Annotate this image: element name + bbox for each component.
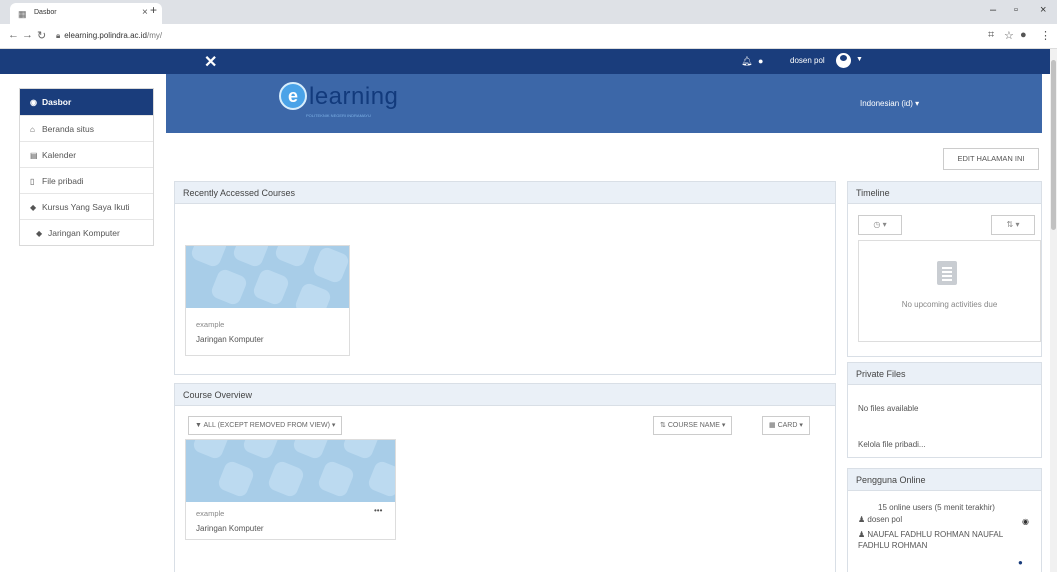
logo-subtitle: POLITEKNIK NEGERI INDRAMAYU — [306, 113, 371, 118]
timeline-sort-button[interactable]: ⇅ ▾ — [991, 215, 1035, 235]
elearning-logo-icon[interactable]: e — [279, 82, 307, 110]
online-summary: 15 online users (5 menit terakhir) — [878, 503, 995, 512]
sort-icon: ⇅ — [1006, 220, 1014, 229]
scrollbar-thumb[interactable] — [1051, 60, 1056, 230]
edit-page-button[interactable]: EDIT HALAMAN INI — [943, 148, 1039, 170]
block-title: Private Files — [848, 363, 1041, 385]
timeline-empty-state: No upcoming activities due — [858, 240, 1041, 342]
course-image — [186, 440, 395, 502]
user-icon: ♟ — [858, 530, 868, 539]
sort-label: COURSE NAME — [667, 422, 720, 429]
sidebar: ◉ Dasbor ⌂ Beranda situs ▤ Kalender ▯ File p… — [19, 88, 154, 246]
sidebar-item-label: Kursus Yang Saya Ikuti — [42, 202, 130, 212]
forward-icon[interactable]: → — [22, 29, 33, 41]
course-image — [186, 246, 349, 308]
online-users-block: Pengguna Online 15 online users (5 menit… — [847, 468, 1042, 572]
browser-tab-bar: ▦ Dasbor × + – ▫ × — [0, 0, 1057, 24]
dashboard-icon: ◉ — [30, 98, 37, 107]
reload-icon[interactable]: ↻ — [37, 29, 46, 42]
graduation-cap-icon: ◆ — [36, 229, 43, 238]
language-label: Indonesian (id) — [860, 99, 913, 108]
course-menu-icon[interactable]: ••• — [374, 506, 382, 515]
browser-tab[interactable]: ▦ Dasbor × — [10, 3, 162, 24]
block-title: Course Overview — [175, 384, 835, 406]
graduation-cap-icon: ◆ — [30, 203, 37, 212]
url-field[interactable]: 🔒︎ elearning.polindra.ac.id/my/ — [56, 31, 162, 41]
user-icon: ♟ — [858, 515, 868, 524]
online-user[interactable]: ♟ NAUFAL FADHLU ROHMAN NAUFAL FADHLU ROH… — [858, 529, 1033, 551]
empty-text: No upcoming activities due — [901, 300, 998, 309]
bookmark-star-icon[interactable]: ☆ — [1004, 29, 1014, 42]
top-navbar: ✕ 🔔︎ ● dosen pol ▼ — [0, 49, 1057, 74]
manage-files-link[interactable]: Kelola file pribadi... — [858, 440, 926, 449]
file-icon: ▯ — [30, 177, 35, 186]
browser-menu-icon[interactable]: ⋮ — [1040, 29, 1051, 42]
course-overview-block: Course Overview ▼ ALL (EXCEPT REMOVED FR… — [174, 383, 836, 572]
favicon-icon: ▦ — [18, 9, 27, 19]
sidebar-item-dasbor[interactable]: ◉ Dasbor — [20, 89, 153, 115]
sidebar-item-label: File pribadi — [42, 176, 84, 186]
address-bar: ← → ↻ 🔒︎ elearning.polindra.ac.id/my/ ⌗ ☆… — [0, 24, 1057, 49]
view-dropdown[interactable]: ▦ CARD ▾ — [762, 416, 810, 435]
bell-icon[interactable]: 🔔︎ — [741, 56, 752, 67]
lock-icon: 🔒︎ — [56, 31, 61, 40]
language-menu[interactable]: Indonesian (id) ▾ — [860, 99, 919, 108]
sidebar-item-kalender[interactable]: ▤ Kalender — [20, 141, 153, 167]
sidebar-item-label: Jaringan Komputer — [48, 228, 120, 238]
url-host: elearning.polindra.ac.id — [64, 31, 147, 40]
private-files-block: Private Files No files available Kelola … — [847, 362, 1042, 458]
timeline-block: Timeline ◷ ▾ ⇅ ▾ No upcoming activities … — [847, 181, 1042, 357]
profile-icon[interactable]: ● — [1020, 29, 1027, 41]
sidebar-item-beranda[interactable]: ⌂ Beranda situs — [20, 115, 153, 141]
sort-dropdown[interactable]: ⇅ COURSE NAME ▾ — [653, 416, 733, 435]
block-title: Timeline — [848, 182, 1041, 204]
minimize-icon[interactable]: – — [990, 4, 996, 16]
sidebar-item-jaringan[interactable]: ◆ Jaringan Komputer — [20, 219, 153, 245]
course-name[interactable]: Jaringan Komputer — [196, 524, 264, 533]
sidebar-item-label: Dasbor — [42, 97, 72, 107]
filter-dropdown[interactable]: ▼ ALL (EXCEPT REMOVED FROM VIEW) ▾ — [188, 416, 343, 435]
home-icon: ⌂ — [30, 125, 35, 134]
block-title: Pengguna Online — [848, 469, 1041, 491]
sidebar-item-kursus[interactable]: ◆ Kursus Yang Saya Ikuti — [20, 193, 153, 219]
empty-text: No files available — [858, 404, 919, 413]
message-icon[interactable]: ● — [1018, 558, 1023, 567]
sidebar-item-label: Beranda situs — [42, 124, 94, 134]
back-icon[interactable]: ← — [8, 29, 19, 41]
translate-icon[interactable]: ⌗ — [988, 29, 994, 42]
course-card[interactable]: example ••• Jaringan Komputer — [185, 439, 396, 540]
timeline-filter-button[interactable]: ◷ ▾ — [858, 215, 902, 235]
sidebar-item-label: Kalender — [42, 150, 77, 160]
sidebar-item-file[interactable]: ▯ File pribadi — [20, 167, 153, 193]
header-banner: e learning POLITEKNIK NEGERI INDRAMAYU I… — [166, 74, 1042, 133]
user-name[interactable]: dosen pol — [790, 56, 825, 65]
tab-close-icon[interactable]: × — [142, 7, 148, 18]
course-card[interactable]: example Jaringan Komputer — [185, 245, 350, 356]
url-path: /my/ — [147, 31, 163, 40]
chat-icon[interactable]: ● — [758, 56, 763, 66]
clock-icon: ◷ — [873, 220, 881, 229]
chevron-down-icon[interactable]: ▼ — [856, 56, 863, 63]
eye-icon[interactable]: ◉ — [1022, 517, 1029, 526]
new-tab-icon[interactable]: + — [150, 3, 157, 17]
tab-title: Dasbor — [34, 9, 57, 16]
maximize-icon[interactable]: ▫ — [1014, 4, 1018, 16]
logo-text: learning — [309, 83, 399, 110]
close-drawer-icon[interactable]: ✕ — [204, 52, 217, 72]
close-window-icon[interactable]: × — [1040, 4, 1046, 16]
online-user[interactable]: ♟ dosen pol — [858, 515, 902, 524]
view-label: CARD — [777, 422, 798, 429]
recent-courses-block: Recently Accessed Courses example Jaring… — [174, 181, 836, 375]
calendar-icon: ▤ — [30, 151, 38, 160]
avatar[interactable] — [836, 53, 851, 68]
course-category: example — [196, 320, 225, 329]
course-category: example — [196, 509, 225, 518]
block-title: Recently Accessed Courses — [175, 182, 835, 204]
document-list-icon — [937, 261, 957, 285]
filter-label: ALL (EXCEPT REMOVED FROM VIEW) — [203, 422, 330, 429]
course-name[interactable]: Jaringan Komputer — [196, 335, 264, 344]
